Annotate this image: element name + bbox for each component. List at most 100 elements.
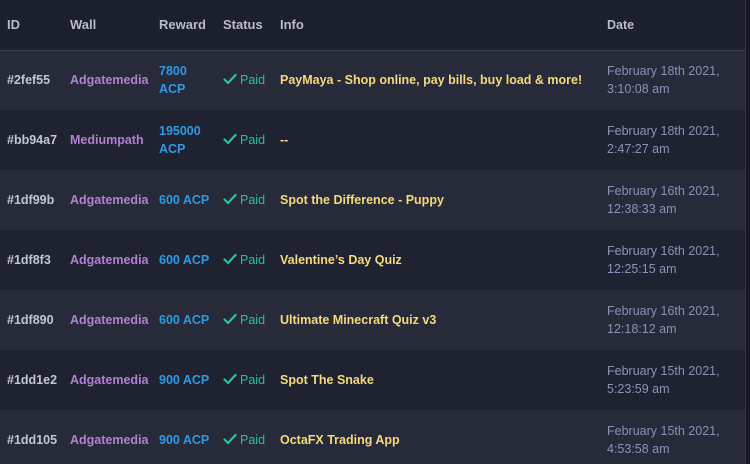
row-reward: 7800 ACP: [159, 50, 223, 110]
row-date: February 16th 2021, 12:18:12 am: [607, 290, 745, 350]
row-info: --: [280, 133, 289, 147]
row-info: PayMaya - Shop online, pay bills, buy lo…: [280, 73, 583, 88]
row-date: February 16th 2021, 12:25:15 am: [607, 230, 745, 290]
vertical-scrollbar[interactable]: [746, 0, 750, 464]
row-id: #1df99b: [7, 193, 55, 207]
date-time: 12:38:33 am: [607, 202, 677, 216]
row-status: Paid: [223, 230, 280, 290]
reward-amount: 600: [159, 193, 180, 207]
reward-amount: 900: [159, 433, 180, 447]
reward-amount: 900: [159, 373, 180, 387]
check-icon: [223, 74, 237, 85]
row-status: Paid: [223, 290, 280, 350]
table-header-row: ID Wall Reward Status Info Date: [0, 0, 745, 50]
row-status: Paid: [223, 110, 280, 170]
status-label: Paid: [240, 73, 266, 88]
date-time: 4:53:58 am: [607, 442, 670, 456]
date-day: February 16th 2021,: [607, 304, 720, 318]
status-label: Paid: [240, 193, 266, 207]
reward-unit: ACP: [159, 82, 186, 97]
table-row: #1df99b Adgatemedia 600 ACP Paid Spot th…: [0, 170, 745, 230]
reward-amount: 195000: [159, 124, 201, 138]
table-row: #1dd1e2 Adgatemedia 900 ACP Paid Spot Th…: [0, 350, 745, 410]
date-day: February 15th 2021,: [607, 424, 720, 438]
date-time: 2:47:27 am: [607, 142, 670, 156]
check-icon: [223, 253, 237, 265]
table-row: #2fef55 Adgatemedia 7800 ACP Paid PayMaya…: [0, 50, 745, 110]
column-header-id[interactable]: ID: [0, 0, 70, 50]
row-wall: Adgatemedia: [70, 373, 149, 387]
reward-unit: ACP: [182, 433, 210, 447]
reward-amount: 7800: [159, 64, 187, 79]
reward-unit: ACP: [182, 253, 210, 267]
row-date: February 18th 2021, 2:47:27 am: [607, 110, 745, 170]
row-status: Paid: [223, 170, 280, 230]
column-header-reward[interactable]: Reward: [159, 0, 223, 50]
check-icon: [223, 193, 237, 205]
table-row: #1dd105 Adgatemedia 900 ACP Paid OctaFX …: [0, 410, 745, 464]
reward-amount: 600: [159, 313, 180, 327]
check-icon: [223, 133, 237, 145]
reward-unit: ACP: [159, 142, 186, 156]
table-row: #1df890 Adgatemedia 600 ACP Paid Ultimat…: [0, 290, 745, 350]
date-day: February 18th 2021,: [607, 124, 720, 138]
column-header-date[interactable]: Date: [607, 0, 745, 50]
row-wall: Mediumpath: [70, 133, 144, 147]
row-info: Ultimate Minecraft Quiz v3: [280, 313, 437, 327]
column-header-status[interactable]: Status: [223, 0, 280, 50]
status-label: Paid: [240, 433, 266, 447]
row-id: #1dd105: [7, 433, 58, 447]
row-wall: Adgatemedia: [70, 193, 149, 207]
row-id: #1df890: [7, 313, 54, 327]
date-time: 3:10:08 am: [607, 82, 670, 97]
row-id: #2fef55: [7, 73, 51, 88]
row-reward: 195000 ACP: [159, 110, 223, 170]
check-icon: [223, 313, 237, 325]
row-reward: 900 ACP: [159, 350, 223, 410]
row-wall: Adgatemedia: [70, 433, 149, 447]
row-info: Spot the Difference - Puppy: [280, 193, 444, 207]
date-day: February 16th 2021,: [607, 184, 720, 198]
row-info: OctaFX Trading App: [280, 433, 400, 447]
check-icon: [223, 373, 237, 385]
row-id: #bb94a7: [7, 133, 58, 147]
row-status: Paid: [223, 410, 280, 464]
reward-amount: 600: [159, 253, 180, 267]
check-icon: [223, 433, 237, 445]
reward-unit: ACP: [182, 313, 210, 327]
date-day: February 18th 2021,: [607, 64, 720, 79]
row-id: #1dd1e2: [7, 373, 58, 387]
row-wall: Adgatemedia: [70, 73, 149, 88]
column-header-wall[interactable]: Wall: [70, 0, 159, 50]
table-row: #1df8f3 Adgatemedia 600 ACP Paid Valenti…: [0, 230, 745, 290]
row-wall: Adgatemedia: [70, 313, 149, 327]
status-label: Paid: [240, 313, 266, 327]
column-header-info[interactable]: Info: [280, 0, 607, 50]
date-time: 12:18:12 am: [607, 322, 677, 336]
date-day: February 16th 2021,: [607, 244, 720, 258]
history-table: ID Wall Reward Status Info Date #2fef55 …: [0, 0, 745, 464]
row-date: February 15th 2021, 4:53:58 am: [607, 410, 745, 464]
table-row: #bb94a7 Mediumpath 195000 ACP Paid -- Feb…: [0, 110, 745, 170]
row-reward: 600 ACP: [159, 170, 223, 230]
row-reward: 900 ACP: [159, 410, 223, 464]
row-reward: 600 ACP: [159, 290, 223, 350]
row-status: Paid: [223, 350, 280, 410]
reward-unit: ACP: [182, 193, 210, 207]
reward-unit: ACP: [182, 373, 210, 387]
row-date: February 16th 2021, 12:38:33 am: [607, 170, 745, 230]
row-wall: Adgatemedia: [70, 253, 149, 267]
row-date: February 15th 2021, 5:23:59 am: [607, 350, 745, 410]
status-label: Paid: [240, 253, 266, 267]
status-label: Paid: [240, 373, 266, 387]
row-id: #1df8f3: [7, 253, 51, 267]
row-info: Spot The Snake: [280, 373, 374, 387]
row-reward: 600 ACP: [159, 230, 223, 290]
history-table-panel: ID Wall Reward Status Info Date #2fef55 …: [0, 0, 746, 464]
row-info: Valentine’s Day Quiz: [280, 253, 402, 267]
date-day: February 15th 2021,: [607, 364, 720, 378]
date-time: 5:23:59 am: [607, 382, 670, 396]
row-date: February 18th 2021, 3:10:08 am: [607, 50, 745, 110]
date-time: 12:25:15 am: [607, 262, 677, 276]
status-label: Paid: [240, 133, 266, 147]
